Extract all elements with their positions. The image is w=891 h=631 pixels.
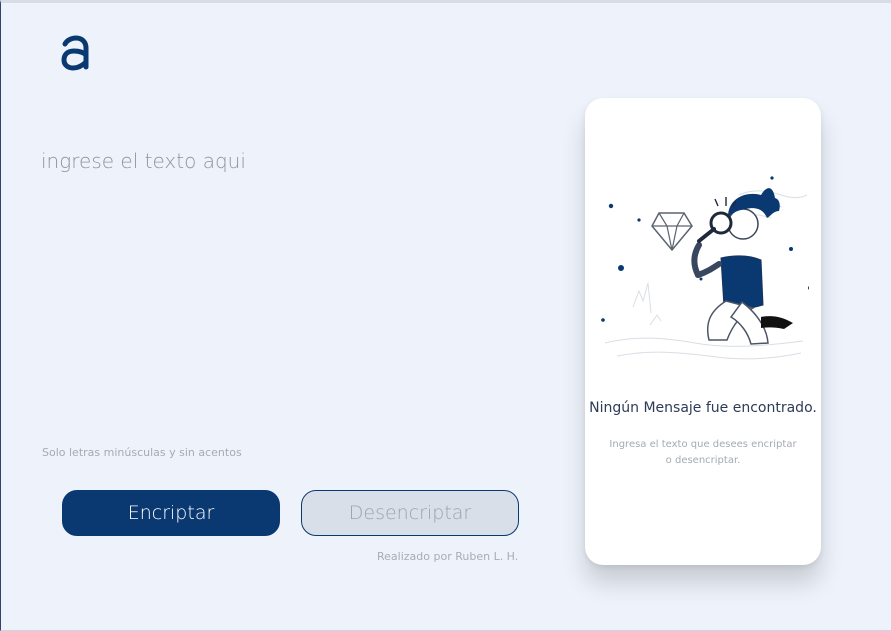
empty-state-description: Ingresa el texto que desees encriptar o … [609,439,797,466]
search-illustration-icon [597,173,812,393]
app-window: Solo letras minúsculas y sin acentos Enc… [0,0,891,631]
decrypt-button[interactable]: Desencriptar [301,490,519,536]
alura-logo-icon [56,33,96,73]
footer-credit: Realizado por Ruben L. H. [377,550,519,563]
result-panel: Ningún Mensaje fue encontrado. Ingresa e… [585,98,821,565]
encrypt-button[interactable]: Encriptar [62,490,280,536]
empty-state-title: Ningún Mensaje fue encontrado. [589,400,817,416]
input-hint: Solo letras minúsculas y sin acentos [42,446,242,459]
message-input[interactable] [41,143,461,393]
